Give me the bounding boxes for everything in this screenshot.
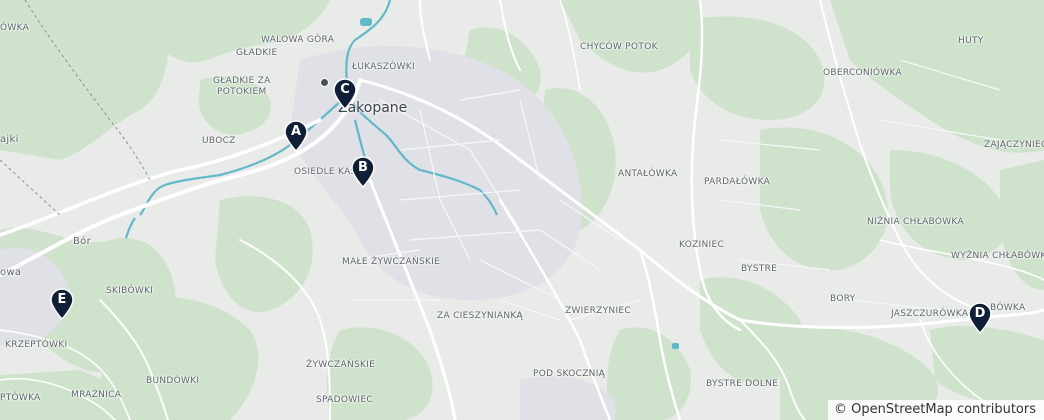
place-label-huty: HUTY <box>958 36 984 46</box>
map-marker-a[interactable]: A <box>283 120 309 152</box>
place-label-pod-skocznia: POD SKOCZNIĄ <box>533 369 606 379</box>
map-marker-b[interactable]: B <box>350 156 376 188</box>
place-label-bor: Bór <box>73 236 91 247</box>
marker-label-a: A <box>290 124 302 139</box>
place-label-walowa-gora: WALOWA GÓRA <box>261 35 335 45</box>
place-label-ubocz: UBOCZ <box>202 136 236 146</box>
place-label-mraznica: MRAŹNICA <box>71 390 122 400</box>
map-marker-e[interactable]: E <box>49 288 75 320</box>
place-label-chycow-potok: CHYCÓW POTOK <box>580 42 658 52</box>
marker-label-e: E <box>57 292 67 307</box>
map-attribution[interactable]: © OpenStreetMap contributors <box>828 400 1044 420</box>
city-dot <box>320 78 329 87</box>
place-label-zwierzyniec: ZWIERZYNIEC <box>565 306 631 316</box>
place-label-lukaszowki: ŁUKASZÓWKI <box>352 62 415 72</box>
place-label-gladkie-za-potokiem: GŁADKIE ZA POTOKIEM <box>213 76 271 97</box>
map-canvas[interactable]: Zakopane WALOWA GÓRA GŁADKIE GŁADKIE ZA … <box>0 0 1044 420</box>
place-label-gladkie: GŁADKIE <box>236 48 278 58</box>
marker-label-d: D <box>974 306 986 321</box>
place-label-ajki: ajki <box>0 134 19 145</box>
place-label-bory: BORY <box>830 294 856 304</box>
place-label-nizna-chlabowka: NIŻNIA CHŁABÓWKA <box>867 217 964 227</box>
place-label-male-zywczanskie: MAŁE ŻYWCZAŃSKIE <box>342 257 441 267</box>
map-marker-d[interactable]: D <box>967 302 993 334</box>
place-label-ptowka: PTÓWKA <box>0 393 41 403</box>
place-label-zajaczniec: ZAJĄCZYNIEC <box>984 140 1044 150</box>
place-label-bundowki: BUNDÓWKI <box>146 376 200 386</box>
place-label-jaszczurowka: JASZCZURÓWKA <box>891 309 969 319</box>
place-label-bystre-dolne: BYSTRE DOLNE <box>706 379 779 389</box>
map-marker-c[interactable]: C <box>332 78 358 110</box>
marker-label-b: B <box>358 160 368 175</box>
place-label-wyzna-chlabowka: WYŻNIA CHŁABÓWKA <box>951 251 1044 261</box>
place-label-skibowki: SKIBÓWKI <box>106 286 154 296</box>
place-label-spadowiec: SPADOWIEC <box>316 395 373 405</box>
marker-label-c: C <box>340 82 350 97</box>
place-label-owa: owa <box>0 267 22 278</box>
place-label-za-cieszynianka: ZA CIESZYNIANKĄ <box>437 311 524 321</box>
place-label-bystre: BYSTRE <box>741 264 778 274</box>
map-base-layer <box>0 0 1044 420</box>
place-label-zywczanskie: ŻYWCZAŃSKIE <box>306 360 376 370</box>
place-label-krzeptowki: KRZEPTÓWKI <box>5 340 68 350</box>
place-label-antalowka: ANTAŁÓWKA <box>618 169 678 179</box>
place-label-oberconiowka: OBERCONIÓWKA <box>823 68 902 78</box>
place-label-bowka: BÓWKA <box>990 303 1026 313</box>
place-label-koziniec: KOZINIEC <box>679 240 725 250</box>
place-label-owka-top: ÓWKA <box>0 23 30 33</box>
place-label-pardalowka: PARDAŁÓWKA <box>704 177 771 187</box>
